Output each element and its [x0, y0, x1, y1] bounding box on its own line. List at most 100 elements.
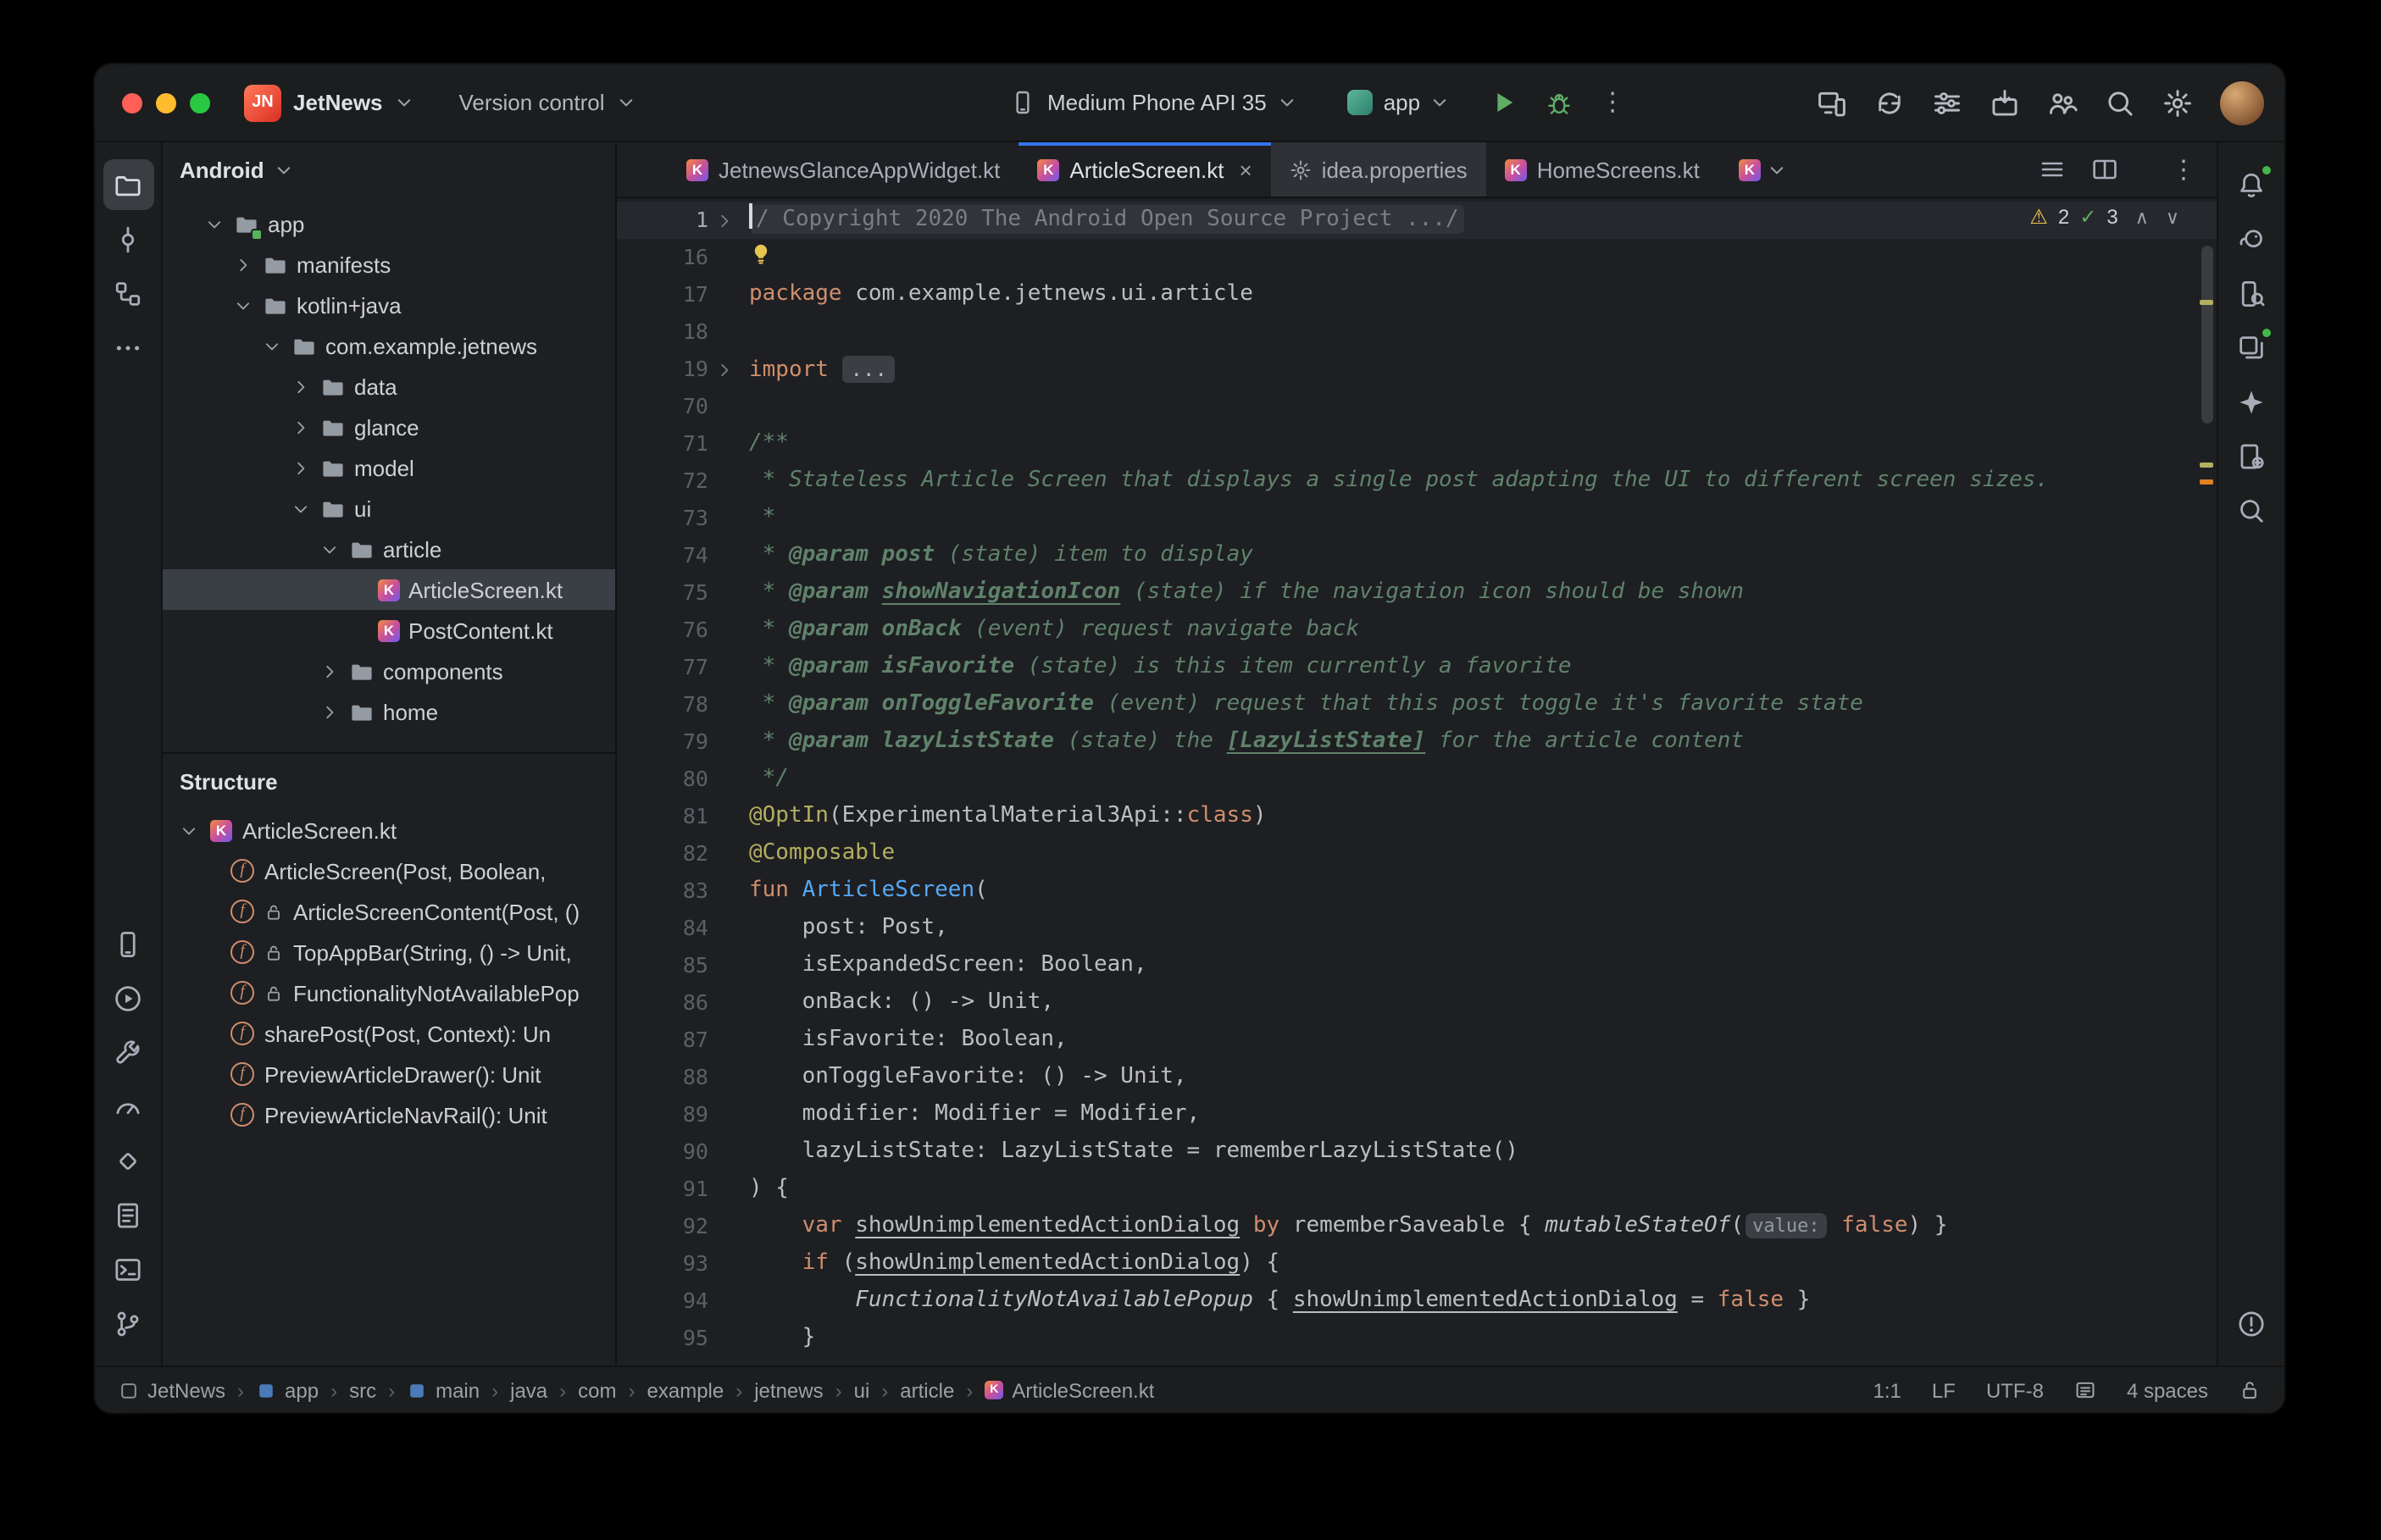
structure-item-previewarticlenavrail-unit[interactable]: fPreviewArticleNavRail(): Unit	[163, 1094, 615, 1135]
file-encoding[interactable]: UTF-8	[1986, 1378, 2044, 1402]
code-line-83[interactable]: 83fun ArticleScreen(	[617, 872, 2217, 910]
tab-list-icon[interactable]	[2039, 156, 2066, 183]
chevron-down-icon[interactable]	[395, 93, 413, 112]
structure-icon[interactable]	[103, 268, 153, 319]
code-line-88[interactable]: 88 onToggleFavorite: () -> Unit,	[617, 1059, 2217, 1096]
settings-icon[interactable]	[2162, 87, 2193, 118]
code-line-86[interactable]: 86 onBack: () -> Unit,	[617, 984, 2217, 1022]
code-line-84[interactable]: 84 post: Post,	[617, 910, 2217, 947]
project-icon[interactable]	[103, 159, 153, 210]
code-line-74[interactable]: 74 * @param post (state) item to display	[617, 537, 2217, 574]
device-mirroring-icon[interactable]	[1817, 87, 1847, 118]
code-line-73[interactable]: 73 *	[617, 500, 2217, 537]
code-line-79[interactable]: 79 * @param lazyListState (state) the [L…	[617, 723, 2217, 761]
run-configuration-selector[interactable]: app	[1348, 90, 1449, 115]
chevron-down-icon[interactable]	[230, 293, 254, 317]
editor-preview-icon[interactable]	[2074, 1379, 2096, 1401]
sdk-manager-icon[interactable]	[1990, 87, 2020, 118]
warning-stripe-mark[interactable]	[2200, 463, 2213, 468]
gradle-icon[interactable]	[2226, 213, 2277, 264]
code-line-82[interactable]: 82@Composable	[617, 835, 2217, 872]
tree-item-app[interactable]: app	[163, 203, 615, 244]
structure-item-sharepost-post-context-un[interactable]: fsharePost(Post, Context): Un	[163, 1013, 615, 1054]
device-selector[interactable]: Medium Phone API 35	[1010, 90, 1297, 115]
gradle-sync-icon[interactable]	[1874, 87, 1905, 118]
find-icon[interactable]	[2226, 485, 2277, 535]
app-quality-insights-icon[interactable]	[103, 1135, 153, 1186]
breadcrumb-example[interactable]: example	[647, 1378, 724, 1402]
profiler-icon[interactable]	[103, 1081, 153, 1132]
code-line-94[interactable]: 94 FunctionalityNotAvailablePopup { show…	[617, 1282, 2217, 1320]
chevron-down-icon[interactable]	[317, 537, 341, 561]
code-line-18[interactable]: 18	[617, 313, 2217, 351]
tree-item-postcontent-kt[interactable]: KPostContent.kt	[163, 610, 615, 651]
editor-tab-articlescreen-kt[interactable]: KArticleScreen.kt×	[1018, 142, 1270, 197]
editor-scrollbar[interactable]	[2196, 198, 2217, 1366]
tree-item-data[interactable]: data	[163, 366, 615, 407]
breadcrumb-jetnews[interactable]: JetNews	[119, 1378, 225, 1402]
build-variants-icon[interactable]	[1932, 87, 1962, 118]
app-inspection-icon[interactable]	[2226, 430, 2277, 481]
code-with-me-icon[interactable]	[2047, 87, 2078, 118]
notifications-icon[interactable]	[2226, 159, 2277, 210]
run-button[interactable]	[1490, 88, 1518, 117]
code-line-80[interactable]: 80 */	[617, 761, 2217, 798]
code-line-90[interactable]: 90 lazyListState: LazyListState = rememb…	[617, 1133, 2217, 1171]
editor-tab-idea-properties[interactable]: idea.properties	[1271, 142, 1486, 197]
problems-icon[interactable]	[2226, 1298, 2277, 1349]
fold-marker-icon[interactable]	[708, 202, 739, 239]
structure-item-functionalitynotavailablepop[interactable]: fFunctionalityNotAvailablePop	[163, 972, 615, 1013]
running-devices-icon[interactable]	[2226, 322, 2277, 373]
chevron-down-icon[interactable]	[176, 818, 200, 842]
code-line-77[interactable]: 77 * @param isFavorite (state) is this i…	[617, 649, 2217, 686]
tree-item-components[interactable]: components	[163, 651, 615, 691]
chevron-right-icon[interactable]	[288, 415, 312, 439]
chevron-down-icon[interactable]	[259, 334, 283, 357]
warning-stripe-mark[interactable]	[2200, 300, 2213, 305]
more-tool-windows-icon[interactable]	[103, 322, 153, 373]
next-issue-icon[interactable]: ∨	[2166, 206, 2179, 228]
project-view-selector[interactable]: Android	[180, 158, 264, 183]
breadcrumb-java[interactable]: java	[510, 1378, 547, 1402]
intention-bulb-icon[interactable]	[749, 242, 773, 266]
code-line-93[interactable]: 93 if (showUnimplementedActionDialog) {	[617, 1245, 2217, 1282]
editor-tab-jetnewsglanceappwidget-kt[interactable]: KJetnewsGlanceAppWidget.kt	[668, 142, 1018, 197]
chevron-down-icon[interactable]	[288, 496, 312, 520]
hidden-tabs-dropdown[interactable]: K	[1739, 142, 1786, 197]
breadcrumb-com[interactable]: com	[578, 1378, 616, 1402]
chevron-right-icon[interactable]	[317, 700, 341, 723]
tree-item-glance[interactable]: glance	[163, 407, 615, 447]
prev-issue-icon[interactable]: ∧	[2135, 206, 2149, 228]
logcat-icon[interactable]	[103, 1189, 153, 1240]
structure-item-previewarticledrawer-unit[interactable]: fPreviewArticleDrawer(): Unit	[163, 1054, 615, 1094]
code-line-70[interactable]: 70	[617, 388, 2217, 425]
project-panel-header[interactable]: Android	[163, 142, 615, 198]
structure-item-articlescreencontent-post[interactable]: fArticleScreenContent(Post, ()	[163, 891, 615, 932]
code-line-72[interactable]: 72 * Stateless Article Screen that displ…	[617, 463, 2217, 500]
editor-tab-homescreens-kt[interactable]: KHomeScreens.kt	[1486, 142, 1718, 197]
breadcrumb-ui[interactable]: ui	[854, 1378, 870, 1402]
vcs-widget[interactable]: Version control	[459, 90, 605, 115]
breadcrumb-app[interactable]: app	[256, 1378, 319, 1402]
gemini-icon[interactable]	[2226, 376, 2277, 427]
chevron-down-icon[interactable]	[617, 93, 635, 112]
project-switcher[interactable]: JetNews	[293, 90, 383, 115]
run-icon[interactable]	[103, 972, 153, 1023]
code-line-85[interactable]: 85 isExpandedScreen: Boolean,	[617, 947, 2217, 984]
version-control-icon[interactable]	[103, 1298, 153, 1349]
search-everywhere-icon[interactable]	[2105, 87, 2135, 118]
terminal-icon[interactable]	[103, 1244, 153, 1294]
error-stripe-mark[interactable]	[2200, 479, 2213, 485]
structure-item-articlescreen-post-boolean[interactable]: fArticleScreen(Post, Boolean,	[163, 850, 615, 891]
code-line-19[interactable]: 19import ...	[617, 351, 2217, 388]
build-icon[interactable]	[103, 1027, 153, 1077]
code-line-95[interactable]: 95 }	[617, 1320, 2217, 1357]
code-line-78[interactable]: 78 * @param onToggleFavorite (event) req…	[617, 686, 2217, 723]
chevron-right-icon[interactable]	[288, 456, 312, 479]
breadcrumb-jetnews[interactable]: jetnews	[754, 1378, 823, 1402]
close-tab-icon[interactable]: ×	[1240, 157, 1252, 182]
indent-style[interactable]: 4 spaces	[2127, 1378, 2208, 1402]
breadcrumb-articlescreen-kt[interactable]: KArticleScreen.kt	[985, 1378, 1154, 1402]
code-editor[interactable]: 1/ Copyright 2020 The Android Open Sourc…	[617, 198, 2217, 1366]
code-line-75[interactable]: 75 * @param showNavigationIcon (state) i…	[617, 574, 2217, 612]
